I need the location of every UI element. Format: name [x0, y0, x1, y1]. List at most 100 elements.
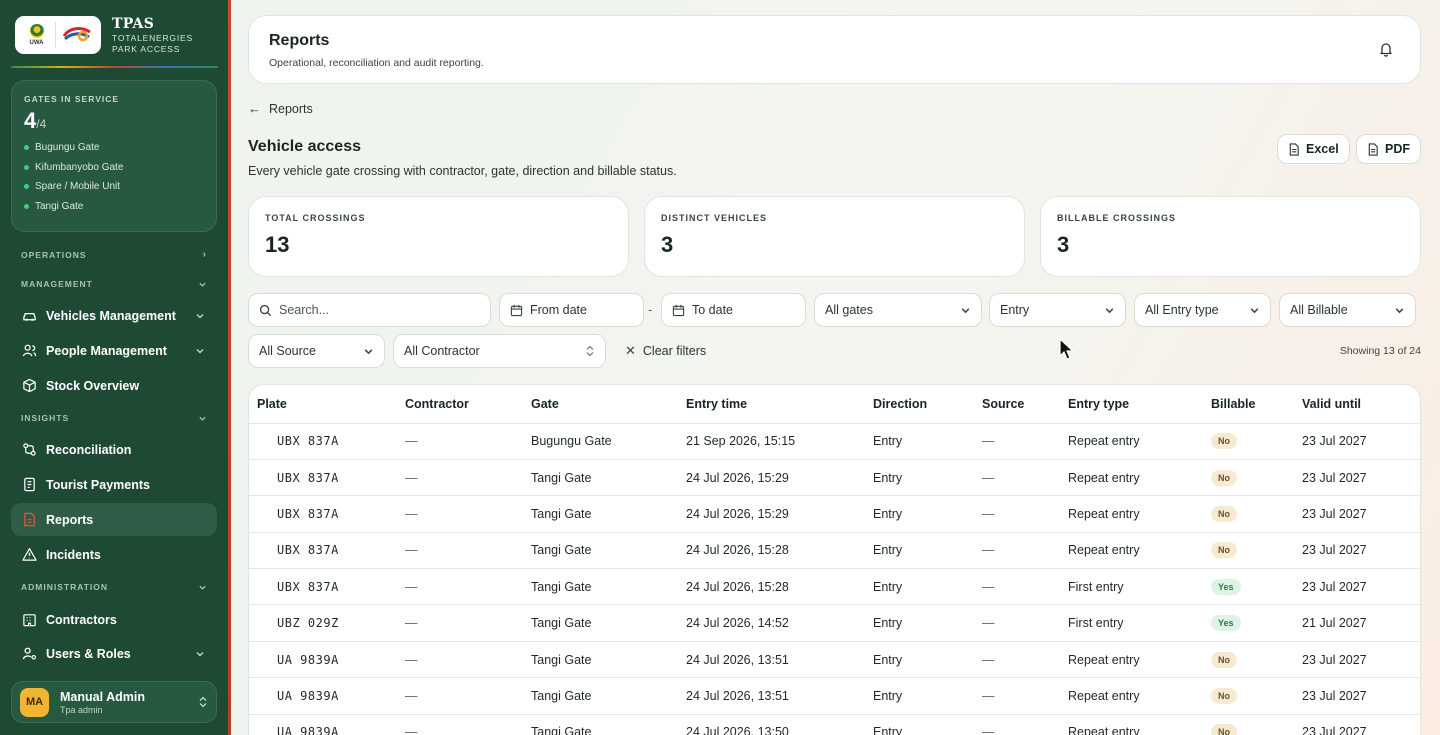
plate-cell: UA 9839A [249, 677, 397, 715]
header-subtitle: Operational, reconciliation and audit re… [269, 57, 484, 69]
chevrons-up-down-icon [199, 696, 207, 708]
contractor-cell: — [397, 423, 523, 460]
table-row[interactable]: UBX 837A — Bugungu Gate 21 Sep 2026, 15:15 E… [249, 423, 1420, 460]
entry-time-cell: 24 Jul 2026, 15:28 [678, 532, 865, 570]
billable-badge: No [1211, 724, 1237, 735]
source-select[interactable]: All Source [248, 334, 385, 368]
clear-filters-button[interactable]: ✕ Clear filters [625, 343, 706, 359]
gate-select[interactable]: All gates [814, 293, 982, 327]
contractor-cell: — [397, 641, 523, 679]
chevron-right-icon: › [202, 249, 207, 260]
back-link[interactable]: ← Reports [248, 101, 313, 116]
sidebar-item-tourist-payments[interactable]: Tourist Payments [11, 468, 217, 501]
sidebar-item-vehicles-management[interactable]: Vehicles Management [11, 299, 217, 332]
page-description: Every vehicle gate crossing with contrac… [248, 164, 677, 178]
status-dot-icon [24, 203, 29, 209]
contractor-select[interactable]: All Contractor [393, 334, 606, 368]
chevrons-up-down-icon [585, 345, 595, 357]
plate-cell: UBZ 029Z [249, 604, 397, 642]
chevron-down-icon [363, 346, 374, 357]
plate-cell: UA 9839A [249, 714, 397, 735]
totalenergies-logo [62, 27, 91, 42]
entry-time-cell: 24 Jul 2026, 13:51 [678, 641, 865, 679]
column-header[interactable]: Entry time [678, 385, 865, 424]
sidebar-item-contractors[interactable]: Contractors [11, 603, 217, 636]
table-row[interactable]: UBX 837A — Tangi Gate 24 Jul 2026, 15:29 Ent… [249, 495, 1420, 533]
export-pdf-button[interactable]: PDF [1356, 134, 1421, 164]
gate-cell: Tangi Gate [523, 714, 678, 735]
plate-cell: UBX 837A [249, 459, 397, 497]
column-header[interactable]: Billable [1203, 385, 1294, 424]
nav-section-administration[interactable]: ADMINISTRATION [21, 582, 207, 592]
billable-badge: No [1211, 469, 1237, 486]
direction-cell: Entry [865, 568, 974, 606]
column-header[interactable]: Plate [249, 385, 397, 424]
valid-until-cell: 23 Jul 2027 [1294, 641, 1420, 679]
brand[interactable]: UWA TPAS TOTALENERGIES PARK ACCESS [15, 16, 193, 54]
column-header[interactable]: Entry type [1060, 385, 1203, 424]
column-header[interactable]: Contractor [397, 385, 523, 424]
sidebar-item-stock-overview[interactable]: Stock Overview [11, 369, 217, 402]
table-row[interactable]: UA 9839A — Tangi Gate 24 Jul 2026, 13:51 Ent… [249, 641, 1420, 679]
to-date-picker[interactable]: To date [661, 293, 806, 327]
sidebar-item-reports[interactable]: Reports [11, 503, 217, 536]
sidebar-item-users-roles[interactable]: Users & Roles [11, 637, 217, 670]
user-role: Tpa admin [60, 704, 103, 715]
billable-select[interactable]: All Billable [1279, 293, 1416, 327]
sidebar-item-incidents[interactable]: Incidents [11, 538, 217, 571]
sidebar-item-reconciliation[interactable]: Reconciliation [11, 433, 217, 466]
chevron-down-icon [199, 416, 206, 421]
valid-until-cell: 23 Jul 2027 [1294, 677, 1420, 715]
contractor-cell: — [397, 714, 523, 735]
billable-cell: Yes [1203, 604, 1294, 642]
direction-select[interactable]: Entry [989, 293, 1126, 327]
table-row[interactable]: UA 9839A — Tangi Gate 24 Jul 2026, 13:51 Ent… [249, 677, 1420, 715]
column-header[interactable]: Source [974, 385, 1060, 424]
building-icon [21, 612, 37, 628]
gate-cell: Tangi Gate [523, 677, 678, 715]
bell-icon[interactable] [1378, 41, 1394, 57]
search-input[interactable]: Search... [248, 293, 491, 327]
table-row[interactable]: UBX 837A — Tangi Gate 24 Jul 2026, 15:28 Ent… [249, 568, 1420, 606]
direction-cell: Entry [865, 459, 974, 497]
column-header[interactable]: Valid until [1294, 385, 1420, 424]
export-excel-button[interactable]: Excel [1277, 134, 1350, 164]
contractor-cell: — [397, 568, 523, 606]
gate-cell: Bugungu Gate [523, 423, 678, 460]
nav-section-operations[interactable]: OPERATIONS › [21, 249, 207, 260]
stat-billable-crossings: BILLABLE CROSSINGS 3 [1040, 196, 1421, 277]
entry-time-cell: 24 Jul 2026, 13:51 [678, 677, 865, 715]
column-header[interactable]: Direction [865, 385, 974, 424]
table-row[interactable]: UBX 837A — Tangi Gate 24 Jul 2026, 15:29 Ent… [249, 459, 1420, 497]
direction-cell: Entry [865, 532, 974, 570]
valid-until-cell: 23 Jul 2027 [1294, 495, 1420, 533]
file-icon [1368, 142, 1378, 156]
warning-icon [21, 547, 37, 563]
results-count: Showing 13 of 24 [1339, 345, 1421, 357]
entry-type-select[interactable]: All Entry type [1134, 293, 1271, 327]
car-icon [21, 308, 37, 324]
valid-until-cell: 23 Jul 2027 [1294, 568, 1420, 606]
table-row[interactable]: UA 9839A — Tangi Gate 24 Jul 2026, 13:50 Ent… [249, 714, 1420, 735]
stat-distinct-vehicles: DISTINCT VEHICLES 3 [644, 196, 1025, 277]
valid-until-cell: 23 Jul 2027 [1294, 532, 1420, 570]
sidebar-item-people-management[interactable]: People Management [11, 334, 217, 367]
table-row[interactable]: UBX 837A — Tangi Gate 24 Jul 2026, 15:28 Ent… [249, 532, 1420, 570]
main-content: Reports Operational, reconciliation and … [231, 0, 1440, 735]
calendar-icon [672, 304, 685, 317]
chevron-down-icon [199, 282, 206, 287]
column-header[interactable]: Gate [523, 385, 678, 424]
nav-section-management[interactable]: MANAGEMENT [21, 279, 207, 289]
from-date-picker[interactable]: From date [499, 293, 644, 327]
brand-divider [11, 66, 218, 68]
entry-time-cell: 24 Jul 2026, 15:29 [678, 495, 865, 533]
entry-time-cell: 21 Sep 2026, 15:15 [678, 423, 865, 460]
source-cell: — [974, 495, 1060, 533]
user-menu[interactable]: MA Manual Admin Tpa admin [11, 681, 217, 723]
billable-cell: No [1203, 714, 1294, 735]
contractor-cell: — [397, 495, 523, 533]
billable-cell: No [1203, 677, 1294, 715]
page-header: Reports Operational, reconciliation and … [248, 15, 1421, 84]
nav-section-insights[interactable]: INSIGHTS [21, 413, 207, 423]
table-row[interactable]: UBZ 029Z — Tangi Gate 24 Jul 2026, 14:52 Ent… [249, 604, 1420, 642]
